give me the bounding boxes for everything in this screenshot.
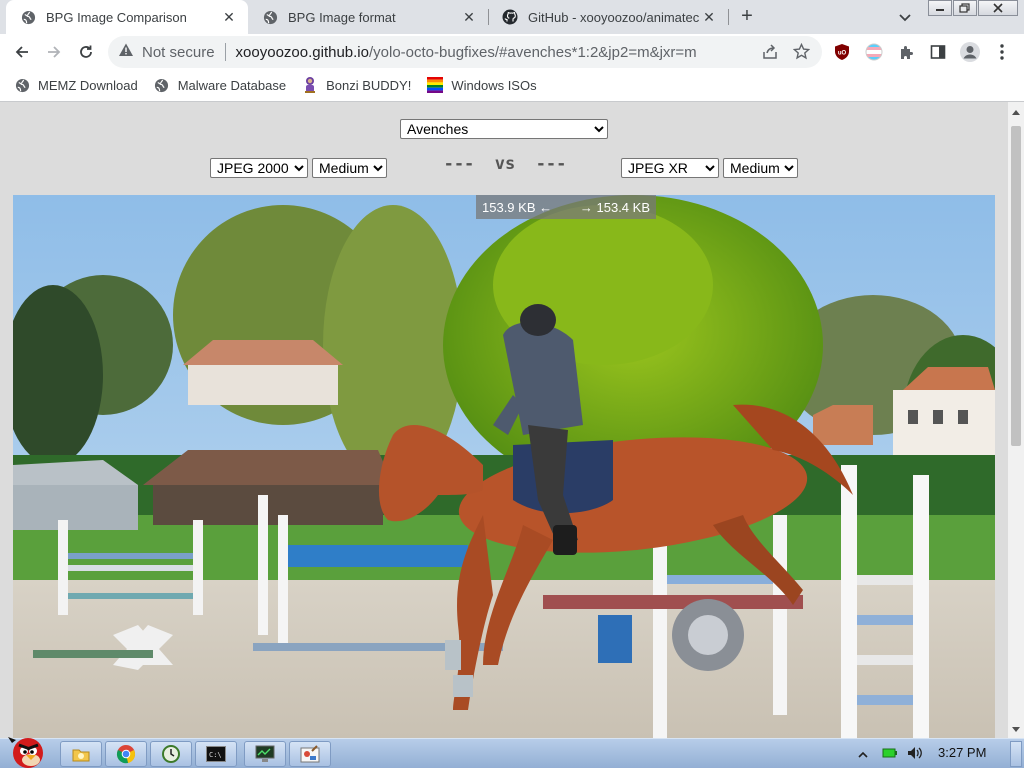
globe-icon	[262, 9, 278, 25]
taskbar-chrome-icon[interactable]	[105, 741, 147, 767]
new-tab-button[interactable]: +	[736, 6, 758, 28]
left-quality-select[interactable]: Medium	[312, 158, 387, 178]
tab-strip: BPG Image Comparison ✕ BPG Image format …	[0, 0, 1024, 34]
show-hidden-icons-icon[interactable]	[858, 747, 868, 762]
taskbar-paint-app-icon[interactable]	[289, 741, 331, 767]
horse-jump-photo	[13, 195, 995, 738]
browser-window: BPG Image Comparison ✕ BPG Image format …	[0, 0, 1024, 768]
side-panel-icon[interactable]	[926, 40, 950, 64]
bookmark-windows-isos[interactable]: Windows ISOs	[427, 77, 537, 93]
bonzi-icon	[302, 77, 318, 93]
svg-text:uO: uO	[838, 51, 847, 57]
left-file-size: 153.9 KB ←	[482, 199, 553, 215]
profile-avatar-icon[interactable]	[958, 40, 982, 64]
address-bar[interactable]: Not secure xooyoozoo.github.io /yolo-oct…	[108, 36, 822, 68]
back-button[interactable]	[10, 40, 34, 64]
tab-github[interactable]: GitHub - xooyoozoo/animatec ✕	[488, 0, 728, 34]
ublock-icon[interactable]: uO	[830, 40, 854, 64]
forward-button[interactable]	[42, 40, 66, 64]
globe-icon	[20, 9, 36, 25]
taskbar-monitor-app-icon[interactable]	[244, 741, 286, 767]
speaker-icon[interactable]	[906, 745, 924, 764]
tab-bpg-image-format[interactable]: BPG Image format ✕	[248, 0, 488, 34]
share-icon[interactable]	[762, 44, 778, 64]
vs-label: --- vs ---	[443, 154, 567, 174]
globe-icon	[14, 77, 30, 93]
close-tab-icon[interactable]: ✕	[700, 8, 718, 26]
warning-icon[interactable]	[118, 42, 134, 62]
close-window-button[interactable]	[978, 0, 1018, 16]
trans-flag-extension-icon[interactable]	[862, 40, 886, 64]
image-select[interactable]: Avenches	[400, 119, 608, 139]
star-icon[interactable]	[792, 42, 811, 64]
bookmark-bonzi-buddy[interactable]: Bonzi BUDDY!	[302, 77, 411, 93]
taskbar-clock-app-icon[interactable]	[150, 741, 192, 767]
restore-button[interactable]	[953, 0, 977, 16]
bookmark-label: Malware Database	[177, 77, 287, 93]
scroll-up-arrow-icon[interactable]	[1012, 110, 1020, 115]
close-tab-icon[interactable]: ✕	[220, 8, 238, 26]
tab-bpg-image-comparison[interactable]: BPG Image Comparison ✕	[6, 0, 248, 34]
svg-text:C:\: C:\	[209, 751, 222, 759]
globe-icon	[154, 77, 170, 93]
system-tray	[858, 739, 934, 768]
bookmark-malware-database[interactable]: Malware Database	[154, 77, 286, 93]
bookmark-label: Bonzi BUDDY!	[326, 77, 412, 93]
right-file-size: → 153.4 KB	[579, 199, 650, 215]
scrollbar-thumb[interactable]	[1011, 126, 1021, 446]
url-path: /yolo-octo-bugfixes/#avenches*1:2&jp2=m&…	[368, 43, 697, 61]
divider	[224, 43, 226, 61]
bookmark-memz-download[interactable]: MEMZ Download	[14, 77, 138, 93]
page-scrollbar[interactable]	[1008, 102, 1024, 738]
menu-kebab-icon[interactable]	[990, 40, 1014, 64]
extensions-puzzle-icon[interactable]	[894, 40, 918, 64]
minimize-button[interactable]	[928, 0, 952, 16]
bookmark-label: Windows ISOs	[451, 77, 537, 93]
close-tab-icon[interactable]: ✕	[460, 8, 478, 26]
reload-button[interactable]	[74, 40, 98, 64]
url-host: xooyoozoo.github.io	[235, 43, 369, 61]
github-icon	[502, 9, 518, 25]
right-quality-select[interactable]: Medium	[723, 158, 798, 178]
windows-flag-icon	[427, 77, 444, 93]
chevron-down-icon[interactable]	[896, 8, 914, 26]
tab-separator	[728, 9, 729, 25]
scroll-down-arrow-icon[interactable]	[1012, 727, 1020, 732]
tab-title: BPG Image Comparison	[46, 9, 187, 25]
taskbar-explorer-icon[interactable]	[60, 741, 102, 767]
tab-title: GitHub - xooyoozoo/animatec	[528, 9, 700, 25]
bookmark-label: MEMZ Download	[38, 77, 138, 93]
left-format-select[interactable]: JPEG 2000	[210, 158, 308, 178]
right-format-select[interactable]: JPEG XR	[621, 158, 719, 178]
battery-icon[interactable]	[882, 747, 898, 762]
bookmarks-bar: MEMZ Download Malware Database Bonzi BUD…	[0, 70, 1024, 100]
file-size-overlay: 153.9 KB ← → 153.4 KB	[476, 195, 656, 219]
taskbar-cmd-icon[interactable]: C:\	[195, 741, 237, 767]
comparison-image[interactable]: 153.9 KB ← → 153.4 KB	[13, 195, 995, 738]
tab-title: BPG Image format	[288, 9, 396, 25]
browser-toolbar: Not secure xooyoozoo.github.io /yolo-oct…	[0, 34, 1024, 70]
show-desktop-button[interactable]	[1010, 741, 1022, 767]
page-content: Avenches JPEG 2000 Medium --- vs --- JPE…	[0, 102, 1008, 738]
security-label[interactable]: Not secure	[142, 44, 215, 61]
taskbar: C:\ 3:27 PM	[0, 737, 1024, 768]
angry-bird-start-icon[interactable]	[4, 731, 50, 768]
taskbar-clock[interactable]: 3:27 PM	[938, 745, 986, 760]
